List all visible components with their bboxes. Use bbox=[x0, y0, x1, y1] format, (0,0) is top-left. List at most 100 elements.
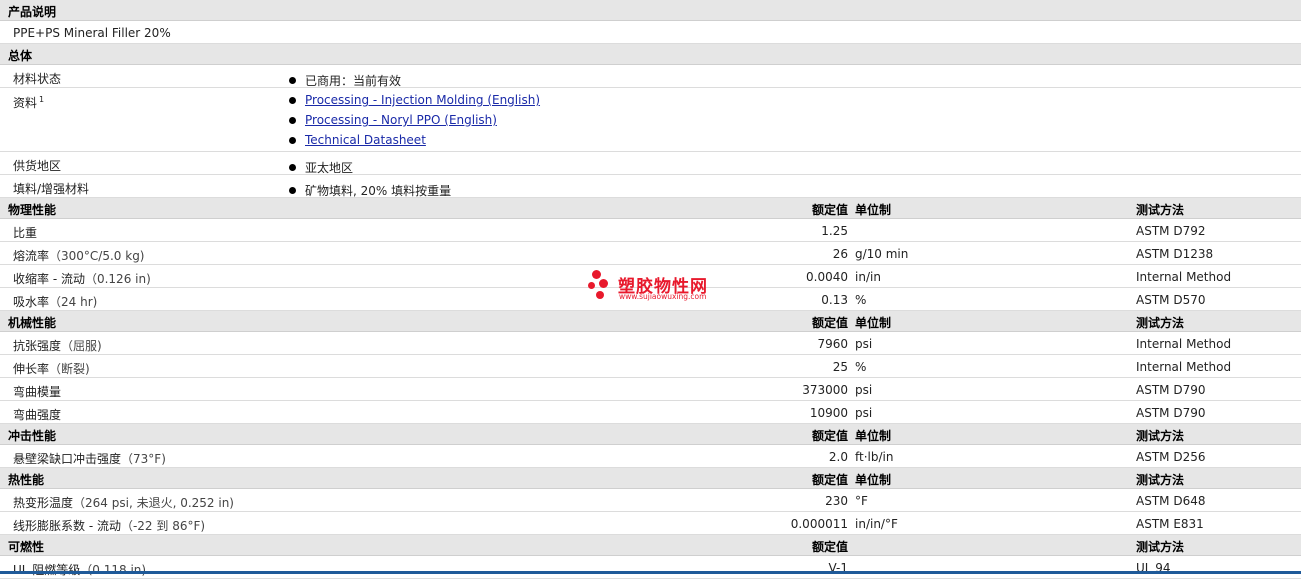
document-item: Processing - Injection Molding (English) bbox=[289, 90, 540, 110]
column-header-unit: 单位制 bbox=[855, 473, 892, 487]
section-header-thermal: 热性能 额定值 单位制 测试方法 bbox=[0, 468, 1301, 489]
bullet-icon bbox=[289, 116, 296, 124]
property-value: 2.0 bbox=[828, 450, 848, 464]
property-label: 抗张强度（屈服) bbox=[13, 339, 102, 353]
section-title: 总体 bbox=[8, 49, 33, 63]
section-header-general: 总体 bbox=[0, 44, 1301, 65]
section-header-product-description: 产品说明 bbox=[0, 0, 1301, 21]
column-header-value: 额定值 bbox=[811, 473, 848, 487]
column-header-test-method: 测试方法 bbox=[1136, 473, 1185, 487]
material-status-value: 已商用：当前有效 bbox=[305, 73, 402, 88]
column-header-test-method: 测试方法 bbox=[1136, 540, 1185, 554]
section-title: 物理性能 bbox=[8, 203, 57, 217]
property-test-method: ASTM D648 bbox=[1136, 494, 1206, 508]
property-label: 比重 bbox=[13, 226, 38, 240]
property-label: 熔流率（300°C/5.0 kg) bbox=[13, 249, 145, 263]
property-value: 10900 bbox=[809, 406, 848, 420]
property-value: 0.0040 bbox=[806, 270, 848, 284]
documents-label-text: 资料 bbox=[13, 96, 38, 110]
section-header-impact: 冲击性能 额定值 单位制 测试方法 bbox=[0, 424, 1301, 445]
property-test-method: ASTM D790 bbox=[1136, 406, 1206, 420]
property-row: 伸长率（断裂) 25 % Internal Method bbox=[0, 355, 1301, 378]
section-header-flammability: 可燃性 额定值 测试方法 bbox=[0, 535, 1301, 556]
filler-label: 填料/增强材料 bbox=[13, 182, 90, 196]
property-row: 悬壁梁缺口冲击强度（73°F) 2.0 ft·lb/in ASTM D256 bbox=[0, 445, 1301, 468]
document-item: Processing - Noryl PPO (English) bbox=[289, 110, 540, 130]
documents-label: 资料 1 bbox=[13, 94, 44, 111]
property-label: 悬壁梁缺口冲击强度（73°F) bbox=[13, 452, 166, 466]
property-unit: psi bbox=[855, 383, 873, 397]
property-label: 线形膨胀系数 - 流动（-22 到 86°F) bbox=[13, 519, 206, 533]
property-value: 230 bbox=[825, 494, 848, 508]
property-unit: g/10 min bbox=[855, 247, 909, 261]
property-value: 26 bbox=[832, 247, 848, 261]
property-row: 抗张强度（屈服) 7960 psi Internal Method bbox=[0, 332, 1301, 355]
watermark-url: www.sujiaowuxing.com bbox=[619, 292, 707, 301]
section-title: 产品说明 bbox=[8, 5, 57, 19]
property-row: 弯曲强度 10900 psi ASTM D790 bbox=[0, 401, 1301, 424]
availability-row: 供货地区 亚太地区 bbox=[0, 152, 1301, 175]
property-row: 比重 1.25 ASTM D792 bbox=[0, 219, 1301, 242]
section-title: 可燃性 bbox=[8, 540, 45, 554]
section-title: 机械性能 bbox=[8, 316, 57, 330]
availability-item: 亚太地区 bbox=[289, 157, 353, 177]
bullet-icon bbox=[289, 186, 296, 194]
property-test-method: ASTM E831 bbox=[1136, 517, 1204, 531]
property-label: 热变形温度（264 psi, 未退火, 0.252 in) bbox=[13, 496, 234, 510]
column-header-test-method: 测试方法 bbox=[1136, 316, 1185, 330]
column-header-unit: 单位制 bbox=[855, 203, 892, 217]
property-label: 收缩率 - 流动（0.126 in) bbox=[13, 272, 151, 286]
section-header-mechanical: 机械性能 额定值 单位制 测试方法 bbox=[0, 311, 1301, 332]
document-link-technical-datasheet[interactable]: Technical Datasheet bbox=[305, 133, 426, 147]
property-unit: % bbox=[855, 360, 867, 374]
property-unit: in/in/°F bbox=[855, 517, 898, 531]
property-row: 线形膨胀系数 - 流动（-22 到 86°F) 0.000011 in/in/°… bbox=[0, 512, 1301, 535]
property-value: 373000 bbox=[802, 383, 848, 397]
column-header-value: 额定值 bbox=[811, 429, 848, 443]
material-status-item: 已商用：当前有效 bbox=[289, 70, 401, 90]
product-description-text: PPE+PS Mineral Filler 20% bbox=[13, 26, 171, 40]
watermark-logo: 塑胶物性网 www.sujiaowuxing.com bbox=[588, 268, 718, 304]
property-label: 吸水率（24 hr) bbox=[13, 295, 98, 309]
property-label: 弯曲强度 bbox=[13, 408, 62, 422]
document-link-noryl-ppo[interactable]: Processing - Noryl PPO (English) bbox=[305, 113, 497, 127]
property-label: 弯曲模量 bbox=[13, 385, 62, 399]
property-row: 热变形温度（264 psi, 未退火, 0.252 in) 230 °F AST… bbox=[0, 489, 1301, 512]
material-status-row: 材料状态 已商用：当前有效 bbox=[0, 65, 1301, 88]
property-value: 25 bbox=[832, 360, 848, 374]
property-value: 1.25 bbox=[821, 224, 848, 238]
property-test-method: Internal Method bbox=[1136, 337, 1232, 351]
property-label: UL 阻燃等级（0.118 in) bbox=[13, 563, 147, 577]
column-header-test-method: 测试方法 bbox=[1136, 203, 1185, 217]
bullet-icon bbox=[289, 136, 296, 144]
filler-row: 填料/增强材料 矿物填料, 20% 填料按重量 bbox=[0, 175, 1301, 198]
filler-value: 矿物填料, 20% 填料按重量 bbox=[305, 183, 452, 198]
property-label: 伸长率（断裂) bbox=[13, 362, 90, 376]
property-test-method: Internal Method bbox=[1136, 270, 1232, 284]
bullet-icon bbox=[289, 76, 296, 84]
property-row: UL 阻燃等级（0.118 in) V-1 UL 94 bbox=[0, 556, 1301, 579]
material-status-label: 材料状态 bbox=[13, 72, 62, 86]
section-header-physical: 物理性能 额定值 单位制 测试方法 bbox=[0, 198, 1301, 219]
document-item: Technical Datasheet bbox=[289, 130, 540, 150]
document-link-injection-molding[interactable]: Processing - Injection Molding (English) bbox=[305, 93, 540, 107]
bullet-icon bbox=[289, 163, 296, 171]
property-row: 熔流率（300°C/5.0 kg) 26 g/10 min ASTM D1238 bbox=[0, 242, 1301, 265]
property-test-method: ASTM D570 bbox=[1136, 293, 1206, 307]
availability-value: 亚太地区 bbox=[305, 160, 354, 175]
property-unit: in/in bbox=[855, 270, 881, 284]
section-title: 冲击性能 bbox=[8, 429, 57, 443]
property-unit: psi bbox=[855, 337, 873, 351]
column-header-value: 额定值 bbox=[811, 540, 848, 554]
documents-row: 资料 1 Processing - Injection Molding (Engl… bbox=[0, 88, 1301, 152]
column-header-value: 额定值 bbox=[811, 316, 848, 330]
bullet-icon bbox=[289, 96, 296, 104]
filler-item: 矿物填料, 20% 填料按重量 bbox=[289, 180, 451, 200]
property-test-method: ASTM D792 bbox=[1136, 224, 1206, 238]
column-header-unit: 单位制 bbox=[855, 429, 892, 443]
property-unit: % bbox=[855, 293, 867, 307]
product-description-row: PPE+PS Mineral Filler 20% bbox=[0, 21, 1301, 44]
property-unit: ft·lb/in bbox=[855, 450, 894, 464]
property-row: 弯曲模量 373000 psi ASTM D790 bbox=[0, 378, 1301, 401]
property-value: 0.13 bbox=[821, 293, 848, 307]
